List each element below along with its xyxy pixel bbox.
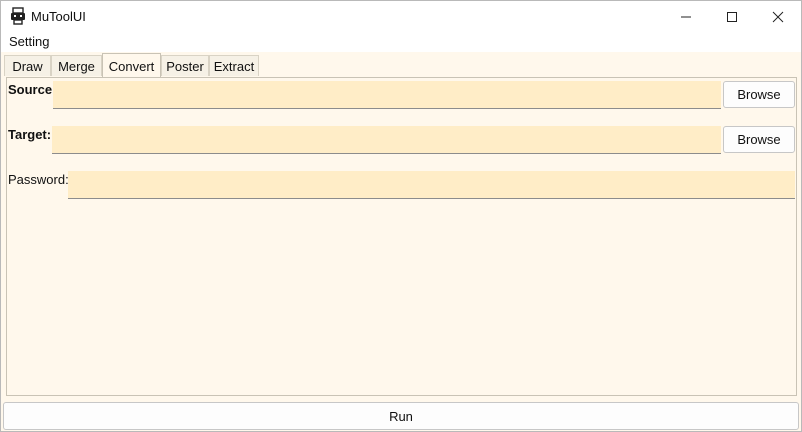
password-label: Password: <box>8 172 69 187</box>
tab-draw[interactable]: Draw <box>4 55 51 76</box>
source-label: Source: <box>8 82 57 97</box>
menu-setting[interactable]: Setting <box>9 34 49 49</box>
maximize-icon <box>726 11 738 23</box>
window-title: MuToolUI <box>31 9 86 24</box>
printer-robot-icon <box>10 7 26 25</box>
target-browse-button[interactable]: Browse <box>723 126 795 153</box>
password-input[interactable] <box>68 171 795 199</box>
app-window: MuToolUI Setting Draw Merge Convert Post… <box>0 0 802 432</box>
run-button[interactable]: Run <box>3 402 799 430</box>
tab-poster[interactable]: Poster <box>161 55 209 76</box>
source-input[interactable] <box>53 81 721 109</box>
menu-bar: Setting <box>1 32 801 52</box>
minimize-icon <box>680 11 692 23</box>
close-icon <box>772 11 784 23</box>
target-input[interactable] <box>52 126 721 154</box>
minimize-button[interactable] <box>663 1 709 32</box>
source-browse-button[interactable]: Browse <box>723 81 795 108</box>
close-button[interactable] <box>755 1 801 32</box>
title-bar[interactable]: MuToolUI <box>1 1 801 32</box>
target-label: Target: <box>8 127 52 142</box>
tab-convert[interactable]: Convert <box>102 53 161 78</box>
main-area: Draw Merge Convert Poster Extract Source… <box>1 52 801 431</box>
convert-panel: Source: Browse Target: Browse Password: <box>6 77 797 396</box>
tab-extract[interactable]: Extract <box>209 55 259 76</box>
tab-merge[interactable]: Merge <box>51 55 102 76</box>
maximize-button[interactable] <box>709 1 755 32</box>
